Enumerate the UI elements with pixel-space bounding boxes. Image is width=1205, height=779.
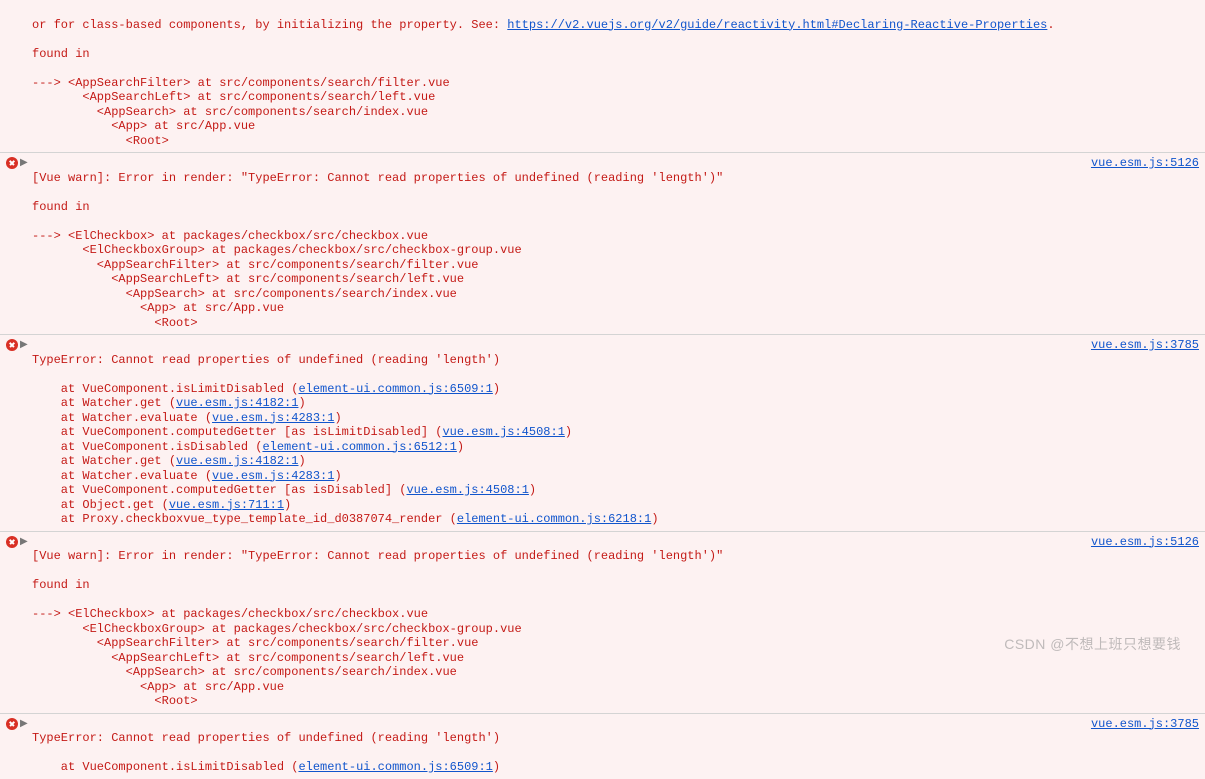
stack-frame-link[interactable]: element-ui.common.js:6512:1	[262, 440, 456, 454]
console-error-row: ▶ TypeError: Cannot read properties of u…	[0, 713, 1205, 779]
gutter-arrow	[20, 3, 32, 4]
stack-frame-link[interactable]: vue.esm.js:4182:1	[176, 454, 298, 468]
source-location: vue.esm.js:3785	[1079, 717, 1199, 732]
error-heading: [Vue warn]: Error in render: "TypeError:…	[32, 171, 723, 185]
gutter	[4, 156, 20, 169]
source-link[interactable]: vue.esm.js:3785	[1091, 717, 1199, 731]
message-body: [Vue warn]: Error in render: "TypeError:…	[32, 156, 1079, 330]
found-in-label: found in	[32, 200, 90, 214]
gutter	[4, 717, 20, 730]
stack-frame-link[interactable]: vue.esm.js:4283:1	[212, 411, 334, 425]
found-in-label: found in	[32, 47, 90, 61]
source-link[interactable]: vue.esm.js:5126	[1091, 156, 1199, 170]
stack-frame-link[interactable]: element-ui.common.js:6509:1	[298, 760, 492, 774]
stack-frame-link[interactable]: vue.esm.js:4508:1	[406, 483, 528, 497]
stack-trace: at VueComponent.isLimitDisabled (element…	[32, 760, 500, 774]
text: or for class-based components, by initia…	[32, 18, 507, 32]
console-error-partial: or for class-based components, by initia…	[0, 0, 1205, 152]
source-location: vue.esm.js:3785	[1079, 338, 1199, 353]
stack-trace: at VueComponent.isLimitDisabled (element…	[32, 382, 659, 527]
found-in-label: found in	[32, 578, 90, 592]
gutter	[4, 3, 20, 4]
source-location: vue.esm.js:5126	[1079, 156, 1199, 171]
component-trace: ---> <ElCheckbox> at packages/checkbox/s…	[32, 229, 522, 330]
component-trace: ---> <AppSearchFilter> at src/components…	[32, 76, 450, 148]
stack-frame-link[interactable]: vue.esm.js:711:1	[169, 498, 284, 512]
error-heading: [Vue warn]: Error in render: "TypeError:…	[32, 549, 723, 563]
gutter	[4, 338, 20, 351]
error-heading: TypeError: Cannot read properties of und…	[32, 353, 500, 367]
console-error-row: ▶ [Vue warn]: Error in render: "TypeErro…	[0, 152, 1205, 334]
expand-toggle[interactable]: ▶	[20, 717, 32, 733]
error-icon	[6, 157, 18, 169]
expand-toggle[interactable]: ▶	[20, 535, 32, 551]
message-body: [Vue warn]: Error in render: "TypeError:…	[32, 535, 1079, 709]
text: .	[1047, 18, 1054, 32]
source-link[interactable]: vue.esm.js:3785	[1091, 338, 1199, 352]
source-link[interactable]: vue.esm.js:5126	[1091, 535, 1199, 549]
doc-link[interactable]: https://v2.vuejs.org/v2/guide/reactivity…	[507, 18, 1047, 32]
expand-toggle[interactable]: ▶	[20, 156, 32, 172]
console-error-row: ▶ TypeError: Cannot read properties of u…	[0, 334, 1205, 531]
expand-toggle[interactable]: ▶	[20, 338, 32, 354]
error-icon	[6, 339, 18, 351]
component-trace: ---> <ElCheckbox> at packages/checkbox/s…	[32, 607, 522, 708]
stack-frame-link[interactable]: element-ui.common.js:6509:1	[298, 382, 492, 396]
error-heading: TypeError: Cannot read properties of und…	[32, 731, 500, 745]
stack-frame-link[interactable]: vue.esm.js:4182:1	[176, 396, 298, 410]
source-location: vue.esm.js:5126	[1079, 535, 1199, 550]
error-icon	[6, 718, 18, 730]
message-body: TypeError: Cannot read properties of und…	[32, 338, 1079, 527]
stack-frame-link[interactable]: element-ui.common.js:6218:1	[457, 512, 651, 526]
message-body: or for class-based components, by initia…	[32, 3, 1199, 148]
stack-frame-link[interactable]: vue.esm.js:4283:1	[212, 469, 334, 483]
gutter	[4, 535, 20, 548]
console-error-row: ▶ [Vue warn]: Error in render: "TypeErro…	[0, 531, 1205, 713]
stack-frame-link[interactable]: vue.esm.js:4508:1	[442, 425, 564, 439]
message-body: TypeError: Cannot read properties of und…	[32, 717, 1079, 775]
error-icon	[6, 536, 18, 548]
